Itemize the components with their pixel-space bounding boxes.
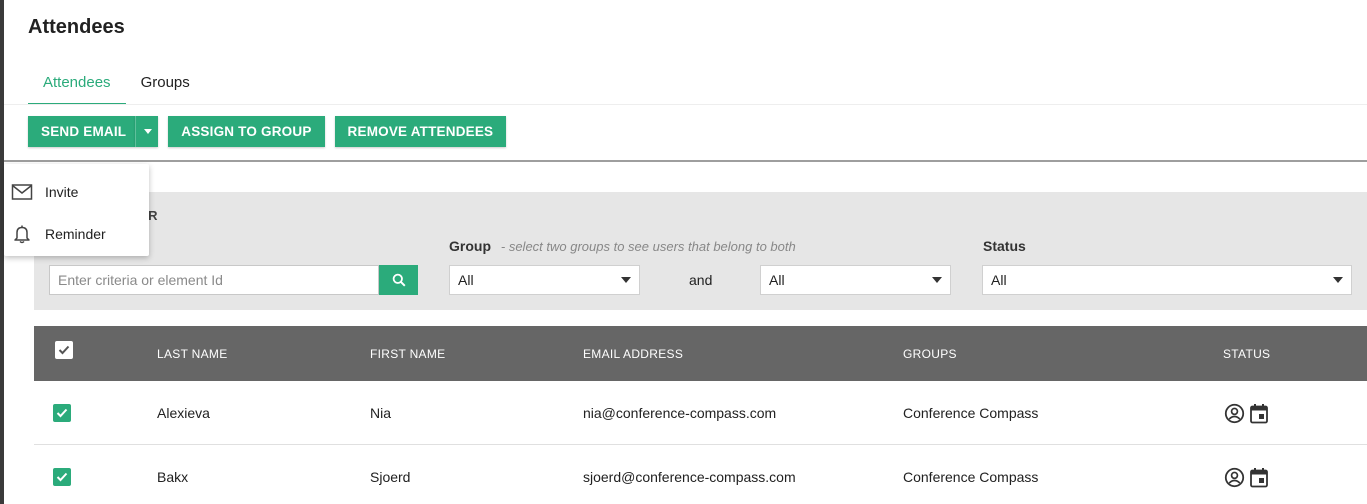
status-label: Status <box>983 238 1026 254</box>
menu-item-invite[interactable]: Invite <box>4 171 149 213</box>
status-value: All <box>991 272 1007 288</box>
row-checkbox[interactable] <box>53 468 71 486</box>
checkmark-icon <box>56 408 68 418</box>
group1-select[interactable]: All <box>449 265 640 295</box>
cell-first-name: Nia <box>370 405 392 421</box>
calendar-icon[interactable] <box>1249 467 1269 488</box>
cell-groups: Conference Compass <box>903 405 1039 421</box>
chevron-down-icon <box>144 129 153 134</box>
page-title: Attendees <box>28 16 125 38</box>
cell-groups: Conference Compass <box>903 469 1039 485</box>
send-email-menu: Invite Reminder <box>4 164 149 256</box>
select-all-checkbox[interactable] <box>55 341 73 359</box>
search-icon <box>392 273 406 287</box>
tab-bar: Attendees Groups <box>28 64 205 105</box>
group-hint: - select two groups to see users that be… <box>500 239 796 254</box>
table-header: LAST NAME FIRST NAME EMAIL ADDRESS GROUP… <box>34 326 1367 381</box>
status-icons <box>1224 467 1269 488</box>
group-label: Group <box>449 238 491 254</box>
col-email-address[interactable]: EMAIL ADDRESS <box>583 347 683 361</box>
status-select[interactable]: All <box>982 265 1352 295</box>
menu-item-reminder[interactable]: Reminder <box>4 213 149 255</box>
cell-email: sjoerd@conference-compass.com <box>583 469 796 485</box>
filter-panel: ER Group - select two groups to see user… <box>34 192 1367 310</box>
row-checkbox[interactable] <box>53 404 71 422</box>
bell-icon <box>14 225 30 244</box>
menu-item-label: Invite <box>45 184 79 200</box>
account-circle-icon[interactable] <box>1224 467 1245 488</box>
send-email-split-button: SEND EMAIL <box>28 116 159 147</box>
cell-last-name: Bakx <box>157 469 189 485</box>
cell-last-name: Alexieva <box>157 405 210 421</box>
send-email-dropdown-toggle[interactable] <box>135 116 159 147</box>
send-email-button[interactable]: SEND EMAIL <box>28 116 136 147</box>
assign-to-group-button[interactable]: ASSIGN TO GROUP <box>168 116 325 147</box>
menu-item-label: Reminder <box>45 226 106 242</box>
dropdown-arrow-icon <box>932 277 942 283</box>
checkmark-icon <box>56 472 68 482</box>
group-label-row: Group - select two groups to see users t… <box>449 238 796 254</box>
cell-email: nia@conference-compass.com <box>583 405 777 421</box>
tab-attendees[interactable]: Attendees <box>28 64 126 105</box>
table-row[interactable]: Alexieva Nia nia@conference-compass.com … <box>34 381 1367 445</box>
mail-icon <box>11 184 33 200</box>
tab-groups[interactable]: Groups <box>126 64 205 105</box>
col-status[interactable]: STATUS <box>1223 347 1270 361</box>
attendees-table: LAST NAME FIRST NAME EMAIL ADDRESS GROUP… <box>34 326 1367 504</box>
remove-attendees-button[interactable]: REMOVE ATTENDEES <box>334 116 507 147</box>
search-input[interactable] <box>49 265 379 295</box>
col-first-name[interactable]: FIRST NAME <box>370 347 445 361</box>
and-text: and <box>689 272 713 288</box>
calendar-icon[interactable] <box>1249 403 1269 424</box>
dropdown-arrow-icon <box>1333 277 1343 283</box>
checkmark-icon <box>58 345 70 355</box>
toolbar-divider <box>4 160 1367 162</box>
col-groups[interactable]: GROUPS <box>903 347 957 361</box>
toolbar: SEND EMAIL ASSIGN TO GROUP REMOVE ATTEND… <box>28 116 507 147</box>
group2-select[interactable]: All <box>760 265 951 295</box>
status-icons <box>1224 403 1269 424</box>
search-button[interactable] <box>379 265 418 295</box>
cell-first-name: Sjoerd <box>370 469 411 485</box>
table-row[interactable]: Bakx Sjoerd sjoerd@conference-compass.co… <box>34 445 1367 504</box>
tabs-divider <box>4 104 1367 105</box>
col-last-name[interactable]: LAST NAME <box>157 347 228 361</box>
dropdown-arrow-icon <box>621 277 631 283</box>
group1-value: All <box>458 272 474 288</box>
account-circle-icon[interactable] <box>1224 403 1245 424</box>
group2-value: All <box>769 272 785 288</box>
